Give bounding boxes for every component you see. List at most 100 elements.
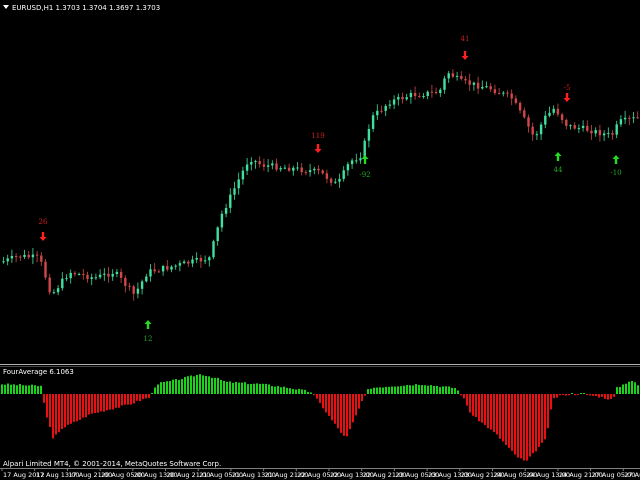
candle [590, 130, 593, 134]
histogram-bar [67, 394, 69, 425]
candle [35, 254, 39, 256]
histogram-bar [343, 394, 345, 436]
candle [468, 80, 471, 85]
candle [19, 256, 22, 258]
copyright-text: Alpari Limited MT4, © 2001-2014, MetaQuo… [3, 460, 221, 468]
histogram-bar [199, 374, 201, 394]
time-tick: 27 Aug 13:00 [624, 471, 640, 479]
chart-window[interactable]: EURUSD,H1 1.3703 1.3704 1.3697 1.3703 26… [0, 0, 640, 480]
candle [514, 98, 518, 103]
histogram-bar [508, 394, 510, 448]
histogram-bar [373, 387, 375, 395]
histogram-bar [583, 393, 585, 394]
histogram-bar [469, 394, 471, 413]
signal-label: 12 [144, 335, 153, 343]
histogram-bar [13, 384, 15, 395]
histogram-bar [145, 394, 147, 399]
histogram-bar [496, 394, 498, 435]
histogram-bar [97, 394, 99, 413]
candle [157, 271, 161, 273]
candle [329, 178, 333, 183]
histogram-bar [616, 387, 618, 395]
candle [161, 266, 165, 272]
histogram-bar [568, 394, 570, 396]
signal-label: 41 [461, 35, 470, 43]
histogram-bar [481, 394, 483, 423]
histogram-bar [28, 385, 30, 395]
histogram-bar [208, 376, 210, 395]
histogram-bar [16, 385, 18, 394]
candle [69, 272, 72, 279]
histogram-bar [148, 394, 150, 398]
candle [208, 257, 211, 261]
candle [250, 162, 253, 165]
histogram-bar [586, 394, 588, 395]
candle [82, 274, 85, 275]
candle [548, 112, 551, 116]
candle [510, 93, 513, 99]
candle [418, 96, 421, 98]
histogram-bar [193, 376, 195, 394]
candle [371, 115, 375, 129]
histogram-bar [19, 384, 21, 395]
candle [359, 158, 362, 161]
histogram-bar [280, 387, 282, 395]
histogram-bar [25, 385, 27, 394]
candle [623, 117, 627, 120]
candle [90, 277, 93, 279]
candle [115, 271, 119, 274]
candle [94, 277, 98, 279]
histogram-bar [133, 394, 135, 404]
candle [170, 266, 173, 270]
candle [392, 99, 396, 105]
histogram-bar [358, 394, 360, 409]
histogram-bar [625, 383, 627, 394]
candle [308, 170, 312, 173]
histogram-bar [421, 385, 423, 395]
candle [376, 110, 379, 116]
histogram-bar [580, 393, 582, 394]
histogram-bar [250, 383, 252, 395]
candle [560, 114, 564, 120]
histogram-bar [454, 388, 456, 395]
histogram-bar [115, 394, 117, 408]
candle [485, 86, 488, 88]
candle [6, 258, 9, 262]
symbol-info: EURUSD,H1 1.3703 1.3704 1.3697 1.3703 [12, 4, 160, 12]
histogram-bar [91, 394, 93, 414]
histogram-bar [577, 394, 579, 395]
histogram-bar [439, 387, 441, 395]
candle [254, 161, 257, 163]
histogram-bar [328, 394, 330, 416]
candle [439, 89, 442, 94]
histogram-bar [607, 394, 609, 400]
candle [577, 128, 581, 130]
histogram-bar [124, 394, 126, 405]
histogram-bar [238, 382, 240, 395]
histogram-bar [310, 392, 312, 395]
histogram-bar [259, 383, 261, 395]
histogram-bar [55, 394, 57, 435]
histogram-bar [334, 394, 336, 424]
histogram-bar [415, 384, 417, 394]
histogram-bar [229, 381, 231, 394]
candle [422, 96, 425, 97]
histogram-bar [376, 387, 378, 395]
candle [124, 277, 127, 286]
histogram-bar [457, 390, 459, 395]
histogram-bar [418, 384, 420, 395]
candle [178, 263, 182, 266]
histogram-bar [442, 386, 444, 395]
histogram-bar [436, 385, 438, 395]
histogram-bar [499, 394, 501, 439]
histogram-bar [451, 387, 453, 394]
histogram-bar [349, 394, 351, 430]
histogram-bar [76, 394, 78, 422]
candle [262, 164, 266, 167]
histogram-bar [151, 393, 153, 394]
histogram-bar [619, 387, 621, 395]
histogram-bar [172, 379, 174, 395]
candle [86, 274, 89, 280]
histogram-bar [511, 394, 513, 451]
histogram-bar [460, 394, 462, 396]
